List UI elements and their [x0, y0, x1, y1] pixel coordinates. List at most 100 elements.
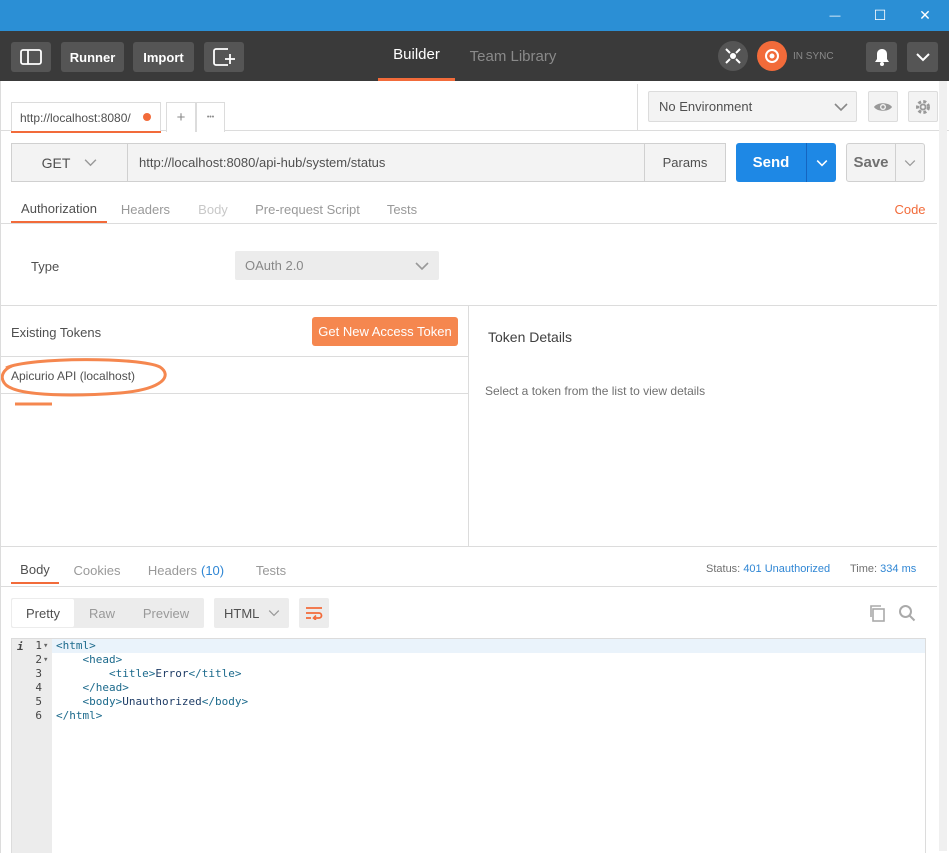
bell-icon: [874, 49, 889, 66]
close-icon: ✕: [919, 7, 931, 23]
response-time: Time: 334 ms: [850, 563, 916, 575]
runner-button[interactable]: Runner: [61, 42, 124, 72]
chevron-down-icon: [415, 262, 429, 271]
code-text: <html>: [56, 639, 96, 652]
satellite-icon: [725, 48, 741, 64]
chevron-down-icon: [904, 159, 916, 166]
line-number: 5: [35, 695, 42, 708]
url-value: http://localhost:8080/api-hub/system/sta…: [139, 155, 386, 170]
scrollbar[interactable]: [939, 81, 947, 851]
time-label: Time:: [850, 563, 878, 575]
tab-headers[interactable]: Headers: [113, 195, 178, 223]
tab-builder[interactable]: Builder: [378, 31, 455, 81]
minimize-icon: —: [829, 9, 841, 22]
send-options-button[interactable]: [806, 143, 836, 182]
request-tab-title: http://localhost:8080/: [20, 110, 131, 125]
tab-team-library[interactable]: Team Library: [460, 31, 566, 81]
line-number: 4: [35, 681, 42, 694]
chevron-down-icon: [816, 159, 827, 167]
new-window-button[interactable]: [204, 42, 244, 72]
maximize-button[interactable]: ☐: [857, 0, 903, 31]
view-mode-group: Pretty Raw Preview: [11, 598, 204, 628]
status-value: 401 Unauthorized: [743, 563, 831, 575]
environment-selected: No Environment: [659, 99, 753, 114]
import-button[interactable]: Import: [133, 42, 194, 72]
chevron-down-icon: [915, 53, 930, 62]
add-tab-button[interactable]: +: [166, 102, 196, 132]
tab-options-button[interactable]: •••: [196, 102, 225, 132]
code-text: </head>: [82, 681, 129, 694]
eye-icon: [874, 102, 892, 111]
tab-pre-request-script[interactable]: Pre-request Script: [250, 195, 365, 223]
line-number: 2: [35, 653, 42, 666]
format-select[interactable]: HTML: [214, 598, 289, 628]
auth-type-select[interactable]: OAuth 2.0: [235, 251, 439, 280]
url-input[interactable]: http://localhost:8080/api-hub/system/sta…: [127, 143, 645, 182]
line-number: 3: [35, 667, 42, 680]
sync-icon: [765, 49, 779, 63]
manage-environments-button[interactable]: [908, 91, 938, 122]
copy-button[interactable]: [866, 602, 888, 624]
interceptor-button[interactable]: [718, 41, 748, 71]
divider: [637, 84, 638, 131]
view-mode-raw[interactable]: Raw: [77, 599, 127, 627]
response-status: Status: 401 Unauthorized: [706, 563, 830, 575]
code-line: 5 <body>Unauthorized</body>: [12, 695, 912, 709]
toggle-sidebar-button[interactable]: [11, 42, 51, 72]
window-titlebar: — ☐ ✕: [0, 0, 949, 31]
fold-arrow-icon[interactable]: ▾: [43, 653, 48, 667]
response-headers-label: Headers: [147, 562, 197, 578]
chevron-down-icon: [268, 610, 280, 617]
save-options-button[interactable]: [895, 143, 925, 182]
response-headers-count: (10): [201, 562, 225, 578]
code-text: </html>: [56, 709, 103, 722]
sync-status-button[interactable]: [757, 41, 787, 71]
send-button[interactable]: Send: [736, 143, 806, 182]
view-mode-preview[interactable]: Preview: [133, 599, 199, 627]
view-mode-pretty[interactable]: Pretty: [12, 599, 74, 627]
tab-response-headers[interactable]: Headers (10): [144, 556, 228, 584]
type-label: Type: [31, 259, 60, 274]
close-window-button[interactable]: ✕: [902, 0, 948, 31]
wrap-lines-button[interactable]: [299, 598, 329, 628]
tab-response-tests[interactable]: Tests: [250, 556, 292, 584]
tab-tests[interactable]: Tests: [378, 195, 426, 223]
code-line: 4 </head>: [12, 681, 912, 695]
chevron-down-icon: [834, 103, 848, 112]
divider: [468, 305, 469, 546]
search-icon: [899, 605, 916, 622]
copy-icon: [870, 605, 885, 622]
wrap-icon: [306, 607, 323, 620]
method-select[interactable]: GET: [11, 143, 128, 182]
tab-response-body[interactable]: Body: [11, 556, 59, 584]
search-button[interactable]: [896, 602, 918, 624]
unsaved-dot-icon: [143, 113, 151, 121]
save-button[interactable]: Save: [846, 143, 896, 182]
maximize-icon: ☐: [873, 7, 887, 23]
tab-response-cookies[interactable]: Cookies: [70, 556, 124, 584]
tab-body[interactable]: Body: [190, 195, 236, 223]
request-tab[interactable]: http://localhost:8080/: [11, 102, 161, 132]
minimize-button[interactable]: —: [812, 0, 858, 31]
divider: [0, 586, 937, 587]
line-number: 6: [35, 709, 42, 722]
code-text: <body>Unauthorized</body>: [82, 695, 249, 708]
notifications-button[interactable]: [866, 42, 897, 72]
fold-arrow-icon[interactable]: ▾: [43, 639, 48, 653]
params-button[interactable]: Params: [644, 143, 726, 182]
chevron-down-icon: [84, 159, 97, 167]
environment-quick-look-button[interactable]: [868, 91, 898, 122]
status-label: Status:: [706, 563, 741, 575]
divider: [0, 81, 1, 853]
gear-icon: [916, 99, 930, 114]
divider: [0, 223, 937, 224]
code-line: 1 ▾ <html>: [12, 639, 912, 653]
environment-select[interactable]: No Environment: [648, 91, 857, 122]
get-new-access-token-button[interactable]: Get New Access Token: [312, 317, 458, 346]
tab-authorization[interactable]: Authorization: [11, 195, 107, 223]
token-details-hint: Select a token from the list to view det…: [485, 384, 706, 398]
highlight-annotation-icon: [0, 358, 167, 406]
code-line: 6 </html>: [12, 709, 912, 723]
code-link[interactable]: Code: [890, 195, 930, 223]
account-menu-button[interactable]: [907, 42, 938, 72]
